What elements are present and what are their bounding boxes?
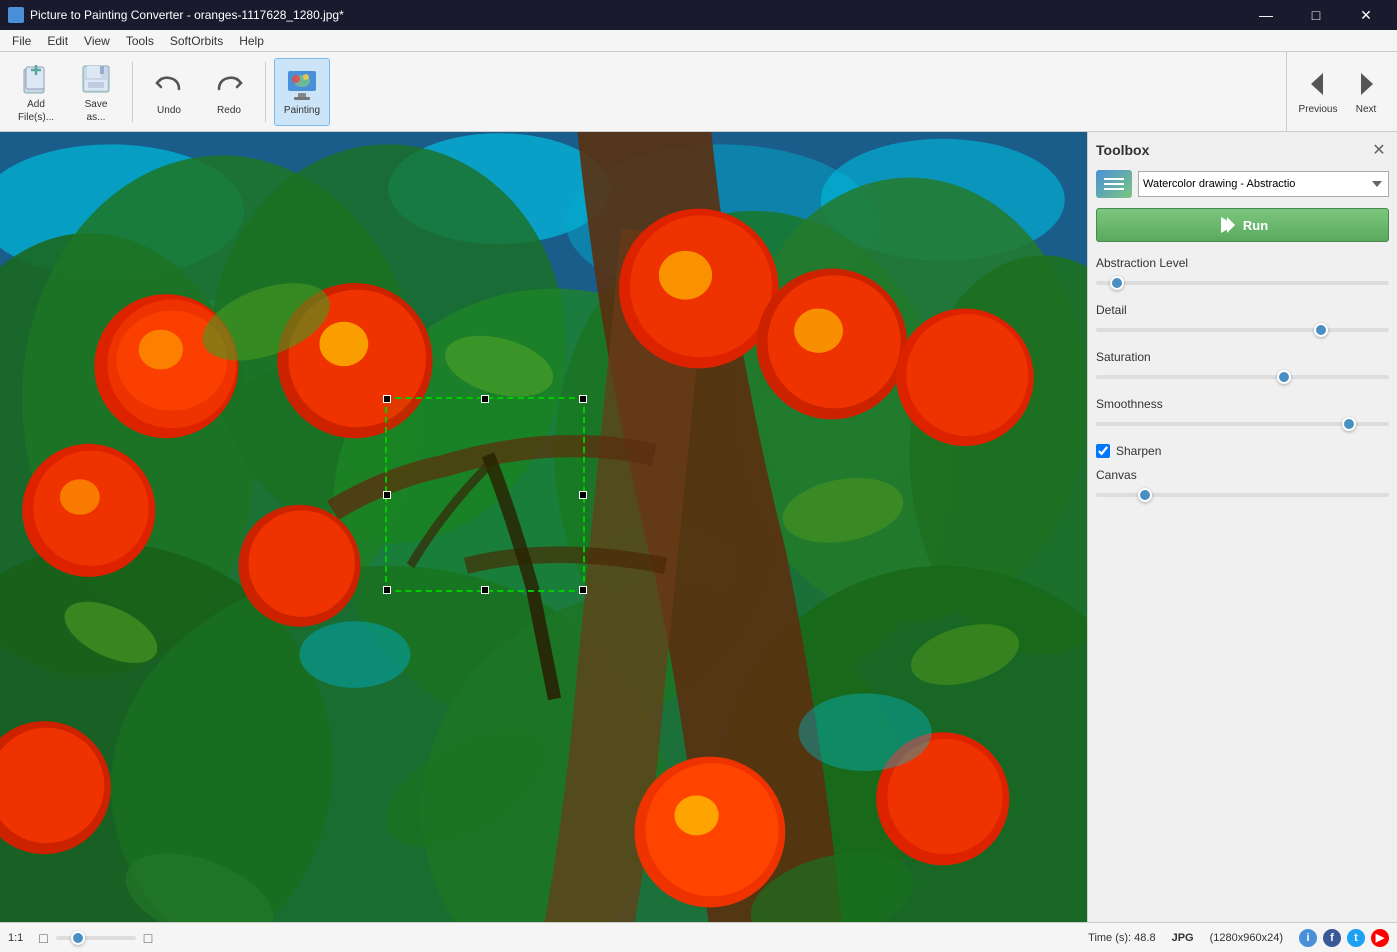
info-icon[interactable]: i [1299, 929, 1317, 947]
toolbar: Add File(s)... Save as... Undo [0, 52, 1397, 132]
menu-bar: File Edit View Tools SoftOrbits Help [0, 30, 1397, 52]
redo-icon [211, 67, 247, 103]
redo-label: Redo [217, 105, 241, 116]
add-files-label: Add [27, 99, 45, 110]
presets-row: Watercolor drawing - Abstractio Oil pain… [1096, 170, 1389, 198]
window-controls: — □ ✕ [1243, 0, 1389, 30]
toolbar-separator-2 [265, 62, 266, 122]
youtube-icon[interactable]: ▶ [1371, 929, 1389, 947]
redo-button[interactable]: Redo [201, 58, 257, 126]
menu-help[interactable]: Help [231, 30, 272, 51]
facebook-icon[interactable]: f [1323, 929, 1341, 947]
detail-section: Detail [1096, 303, 1389, 340]
toolbox-panel: Toolbox ✕ Watercolor drawing - Abstracti… [1087, 132, 1397, 922]
status-bar: 1:1 □ □ Time (s): 48.8 JPG (1280x960x24)… [0, 922, 1397, 952]
next-button[interactable]: Next [1343, 58, 1389, 126]
detail-slider[interactable] [1096, 328, 1389, 332]
add-files-label2: File(s)... [18, 112, 54, 123]
status-icons: i f t ▶ [1299, 929, 1389, 947]
presets-line-2 [1104, 183, 1124, 185]
app-icon [8, 7, 24, 23]
save-as-label2: as... [87, 112, 106, 123]
status-dimensions: (1280x960x24) [1210, 932, 1283, 944]
canvas-image [0, 132, 1087, 922]
smoothness-section: Smoothness [1096, 397, 1389, 434]
painting-icon [284, 67, 320, 103]
presets-icon [1096, 170, 1132, 198]
run-button[interactable]: Run [1096, 208, 1389, 242]
undo-button[interactable]: Undo [141, 58, 197, 126]
menu-softorbits[interactable]: SoftOrbits [162, 30, 231, 51]
run-icon [1217, 215, 1237, 235]
presets-lines-icon [1104, 178, 1124, 190]
previous-arrow-icon [1303, 69, 1333, 102]
canvas-section: Canvas [1096, 468, 1389, 505]
sharpen-row: Sharpen [1096, 444, 1389, 458]
menu-view[interactable]: View [76, 30, 118, 51]
canvas-label: Canvas [1096, 468, 1389, 482]
navigation-area: Previous Next [1286, 52, 1389, 132]
painting-button[interactable]: Painting [274, 58, 330, 126]
save-icon [78, 61, 114, 97]
add-files-button[interactable]: Add File(s)... [8, 58, 64, 126]
saturation-label: Saturation [1096, 350, 1389, 364]
save-as-button[interactable]: Save as... [68, 58, 124, 126]
toolbox-close-button[interactable]: ✕ [1369, 140, 1389, 160]
sharpen-label: Sharpen [1116, 444, 1161, 458]
zoom-slider[interactable] [56, 936, 136, 940]
run-label: Run [1243, 218, 1268, 233]
toolbox-title: Toolbox [1096, 142, 1149, 158]
undo-label: Undo [157, 105, 181, 116]
minimize-button[interactable]: — [1243, 0, 1289, 30]
save-as-label: Save [85, 99, 108, 110]
detail-label: Detail [1096, 303, 1389, 317]
maximize-button[interactable]: □ [1293, 0, 1339, 30]
menu-tools[interactable]: Tools [118, 30, 162, 51]
zoom-ratio: 1:1 [8, 932, 23, 944]
undo-icon [151, 67, 187, 103]
smoothness-label: Smoothness [1096, 397, 1389, 411]
presets-line-1 [1104, 178, 1124, 180]
saturation-slider[interactable] [1096, 375, 1389, 379]
canvas-slider[interactable] [1096, 493, 1389, 497]
painting-label: Painting [284, 105, 320, 116]
sharpen-checkbox[interactable] [1096, 444, 1110, 458]
main-content: Toolbox ✕ Watercolor drawing - Abstracti… [0, 132, 1397, 922]
previous-label: Previous [1299, 104, 1338, 115]
next-label: Next [1356, 104, 1377, 115]
canvas-area[interactable] [0, 132, 1087, 922]
zoom-minus-icon[interactable]: □ [39, 930, 47, 946]
close-button[interactable]: ✕ [1343, 0, 1389, 30]
title-bar: Picture to Painting Converter - oranges-… [0, 0, 1397, 30]
toolbar-separator-1 [132, 62, 133, 122]
status-format: JPG [1172, 932, 1194, 944]
toolbox-header: Toolbox ✕ [1096, 140, 1389, 160]
abstraction-level-label: Abstraction Level [1096, 256, 1389, 270]
next-arrow-icon [1351, 69, 1381, 102]
add-file-icon [18, 61, 54, 97]
status-time: Time (s): 48.8 [1088, 932, 1155, 944]
presets-dropdown[interactable]: Watercolor drawing - Abstractio Oil pain… [1138, 171, 1389, 197]
previous-button[interactable]: Previous [1295, 58, 1341, 126]
abstraction-level-section: Abstraction Level [1096, 256, 1389, 293]
zoom-plus-icon[interactable]: □ [144, 930, 152, 946]
saturation-section: Saturation [1096, 350, 1389, 387]
presets-line-3 [1104, 188, 1124, 190]
abstraction-level-slider[interactable] [1096, 281, 1389, 285]
menu-edit[interactable]: Edit [39, 30, 76, 51]
painting-canvas [0, 132, 1087, 922]
smoothness-slider[interactable] [1096, 422, 1389, 426]
zoom-slider-area: □ □ [39, 930, 152, 946]
window-title: Picture to Painting Converter - oranges-… [30, 8, 344, 22]
twitter-icon[interactable]: t [1347, 929, 1365, 947]
menu-file[interactable]: File [4, 30, 39, 51]
